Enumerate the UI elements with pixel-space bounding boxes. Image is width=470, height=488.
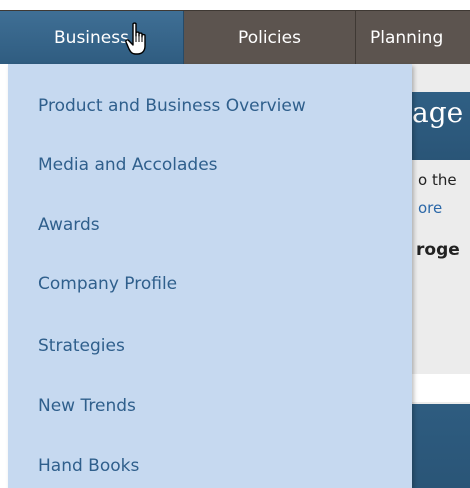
read-more-link[interactable]: ore [418, 199, 442, 217]
nav-tab-label: Business [54, 28, 129, 48]
menu-item-company-profile[interactable]: Company Profile [38, 272, 177, 296]
menu-item-product-and-business-overview[interactable]: Product and Business Overview [38, 94, 306, 118]
top-navigation-bar: Business Policies Planning [0, 10, 470, 65]
menu-item-hand-books[interactable]: Hand Books [38, 454, 139, 478]
hand-pointer-icon [125, 22, 146, 55]
nav-tab-business[interactable]: Business [0, 11, 184, 65]
page-heading: age [412, 96, 464, 129]
nav-tab-policies[interactable]: Policies [184, 11, 356, 65]
menu-item-strategies[interactable]: Strategies [38, 334, 125, 358]
nav-tab-label: Planning [370, 28, 444, 48]
nav-tab-planning[interactable]: Planning [356, 11, 470, 65]
menu-item-media-and-accolades[interactable]: Media and Accolades [38, 153, 218, 177]
business-dropdown-menu: Product and Business Overview Media and … [8, 64, 412, 488]
intro-text: o the [418, 171, 457, 189]
nav-tab-label: Policies [238, 28, 301, 48]
section-title: roge [416, 240, 460, 260]
menu-item-new-trends[interactable]: New Trends [38, 394, 136, 418]
menu-item-awards[interactable]: Awards [38, 213, 100, 237]
